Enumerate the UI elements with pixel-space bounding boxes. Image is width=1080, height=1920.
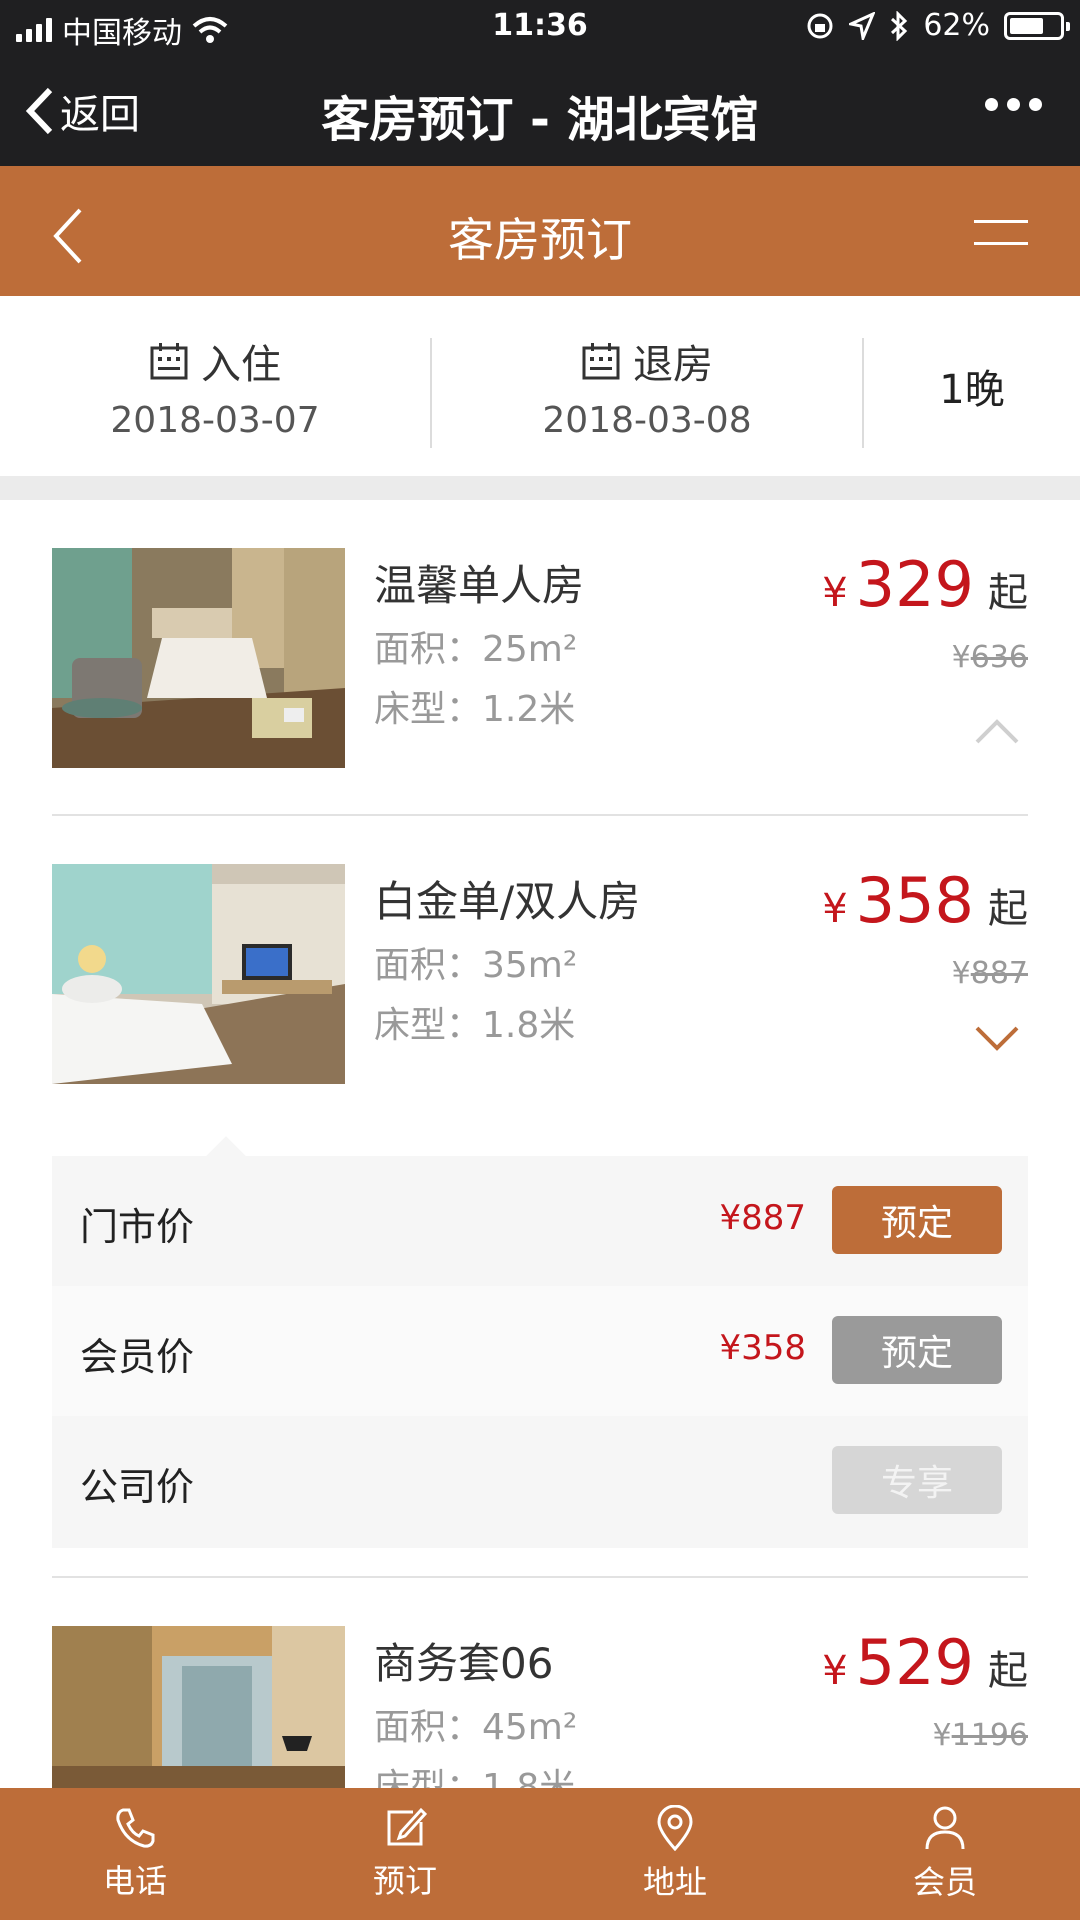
original-price-value: 887	[970, 956, 1028, 991]
bottom-tab-bar: 电话 预订 地址 会员	[0, 1788, 1080, 1920]
price-option-label: 门市价	[80, 1205, 195, 1249]
rotation-lock-icon	[807, 13, 833, 38]
room-photo	[52, 864, 345, 1084]
price-value: 358	[855, 864, 974, 937]
location-icon	[657, 1805, 693, 1851]
checkout-label: 退房	[633, 341, 713, 388]
price-value: 529	[855, 1626, 974, 1699]
section-gap	[0, 476, 1080, 500]
calendar-icon	[150, 342, 188, 379]
currency-symbol: ¥	[932, 1718, 952, 1753]
chevron-up-icon[interactable]	[974, 716, 1020, 746]
currency-symbol: ¥	[951, 956, 971, 991]
nights-label: 1晚	[939, 367, 1005, 413]
price-option-price: ¥358	[719, 1328, 806, 1368]
currency-symbol: ¥	[822, 1648, 848, 1694]
price-option-label: 会员价	[80, 1335, 195, 1379]
price-option-row: 会员价 ¥358 预定	[52, 1286, 1028, 1416]
location-arrow-icon	[849, 11, 876, 40]
room-area: 面积：35m²	[374, 945, 578, 986]
battery-percent: 62%	[923, 8, 990, 43]
price-suffix: 起	[988, 1648, 1028, 1694]
battery-icon	[1004, 11, 1070, 40]
phone-icon	[116, 1808, 155, 1848]
status-bar: 中国移动 11:36 62%	[0, 0, 1080, 54]
more-icon[interactable]	[985, 98, 1042, 111]
user-icon	[925, 1806, 965, 1850]
checkin-date: 2018-03-07	[110, 399, 320, 441]
price-suffix: 起	[988, 886, 1028, 932]
room-area: 面积：25m²	[374, 629, 578, 670]
checkin-selector[interactable]: 入住 2018-03-07	[0, 296, 430, 476]
original-price-value: 1196	[951, 1718, 1028, 1753]
original-price: ¥887	[952, 956, 1028, 991]
room-bed: 床型：1.8米	[374, 1005, 576, 1046]
room-name: 温馨单人房	[374, 561, 585, 610]
tab-member[interactable]: 会员	[810, 1788, 1080, 1920]
nights-count: 1晚	[864, 296, 1080, 476]
chevron-down-icon[interactable]	[974, 1024, 1020, 1054]
bluetooth-icon	[891, 10, 908, 41]
app-header: 客房预订	[0, 166, 1080, 296]
book-button[interactable]: 预定	[832, 1316, 1002, 1384]
original-price: ¥636	[952, 640, 1028, 675]
room-name: 商务套06	[374, 1639, 554, 1688]
room-price: ¥ 529 起	[822, 1626, 1028, 1699]
room-item[interactable]: 温馨单人房 面积：25m² 床型：1.2米 ¥ 329 起 ¥636	[52, 548, 1028, 768]
room-price: ¥ 329 起	[822, 548, 1028, 621]
tab-address[interactable]: 地址	[540, 1788, 810, 1920]
tab-phone[interactable]: 电话	[0, 1788, 270, 1920]
room-photo	[52, 1626, 345, 1788]
calendar-icon	[582, 342, 620, 379]
price-suffix: 起	[988, 570, 1028, 616]
tab-label: 会员	[912, 1863, 977, 1901]
wechat-nav-bar: 返回 客房预订 - 湖北宾馆	[0, 54, 1080, 166]
room-price: ¥ 358 起	[822, 864, 1028, 937]
book-button[interactable]: 预定	[832, 1186, 1002, 1254]
exclusive-button[interactable]: 专享	[832, 1446, 1002, 1514]
tab-label: 预订	[372, 1862, 437, 1900]
currency-symbol: ¥	[822, 570, 848, 616]
room-item[interactable]: 白金单/双人房 面积：35m² 床型：1.8米 ¥ 358 起 ¥887	[52, 864, 1028, 1084]
currency-symbol: ¥	[822, 886, 848, 932]
edit-icon	[387, 1807, 427, 1846]
room-name: 白金单/双人房	[374, 877, 641, 926]
header-title: 客房预订	[448, 213, 632, 267]
checkout-selector[interactable]: 退房 2018-03-08	[432, 296, 862, 476]
tab-booking[interactable]: 预订	[270, 1788, 540, 1920]
checkin-label: 入住	[201, 341, 281, 388]
original-price-value: 636	[970, 640, 1028, 675]
room-bed: 床型：1.2米	[374, 689, 576, 730]
original-price: ¥1196	[933, 1718, 1028, 1753]
currency-symbol: ¥	[951, 640, 971, 675]
tab-label: 地址	[642, 1863, 707, 1901]
price-option-price: ¥887	[719, 1198, 806, 1238]
menu-icon[interactable]	[974, 218, 1028, 248]
checkout-date: 2018-03-08	[542, 399, 752, 441]
top-bar: 中国移动 11:36 62% 返回 客房预订 - 湖北宾馆	[0, 0, 1080, 166]
price-option-row: 门市价 ¥887 预定	[52, 1156, 1028, 1286]
price-value: 329	[855, 548, 974, 621]
room-photo	[52, 548, 345, 768]
date-selector: 入住 2018-03-07 退房 2018-03-08 1晚	[0, 296, 1080, 476]
room-area: 面积：45m²	[374, 1707, 578, 1748]
page-title: 客房预订 - 湖北宾馆	[321, 92, 759, 148]
divider	[52, 814, 1028, 816]
price-option-row: 公司价 专享	[52, 1416, 1028, 1546]
price-options-panel: 门市价 ¥887 预定 会员价 ¥358 预定 公司价 专享	[52, 1136, 1028, 1548]
price-option-label: 公司价	[80, 1465, 195, 1509]
tab-label: 电话	[102, 1862, 167, 1900]
divider	[52, 1576, 1028, 1578]
